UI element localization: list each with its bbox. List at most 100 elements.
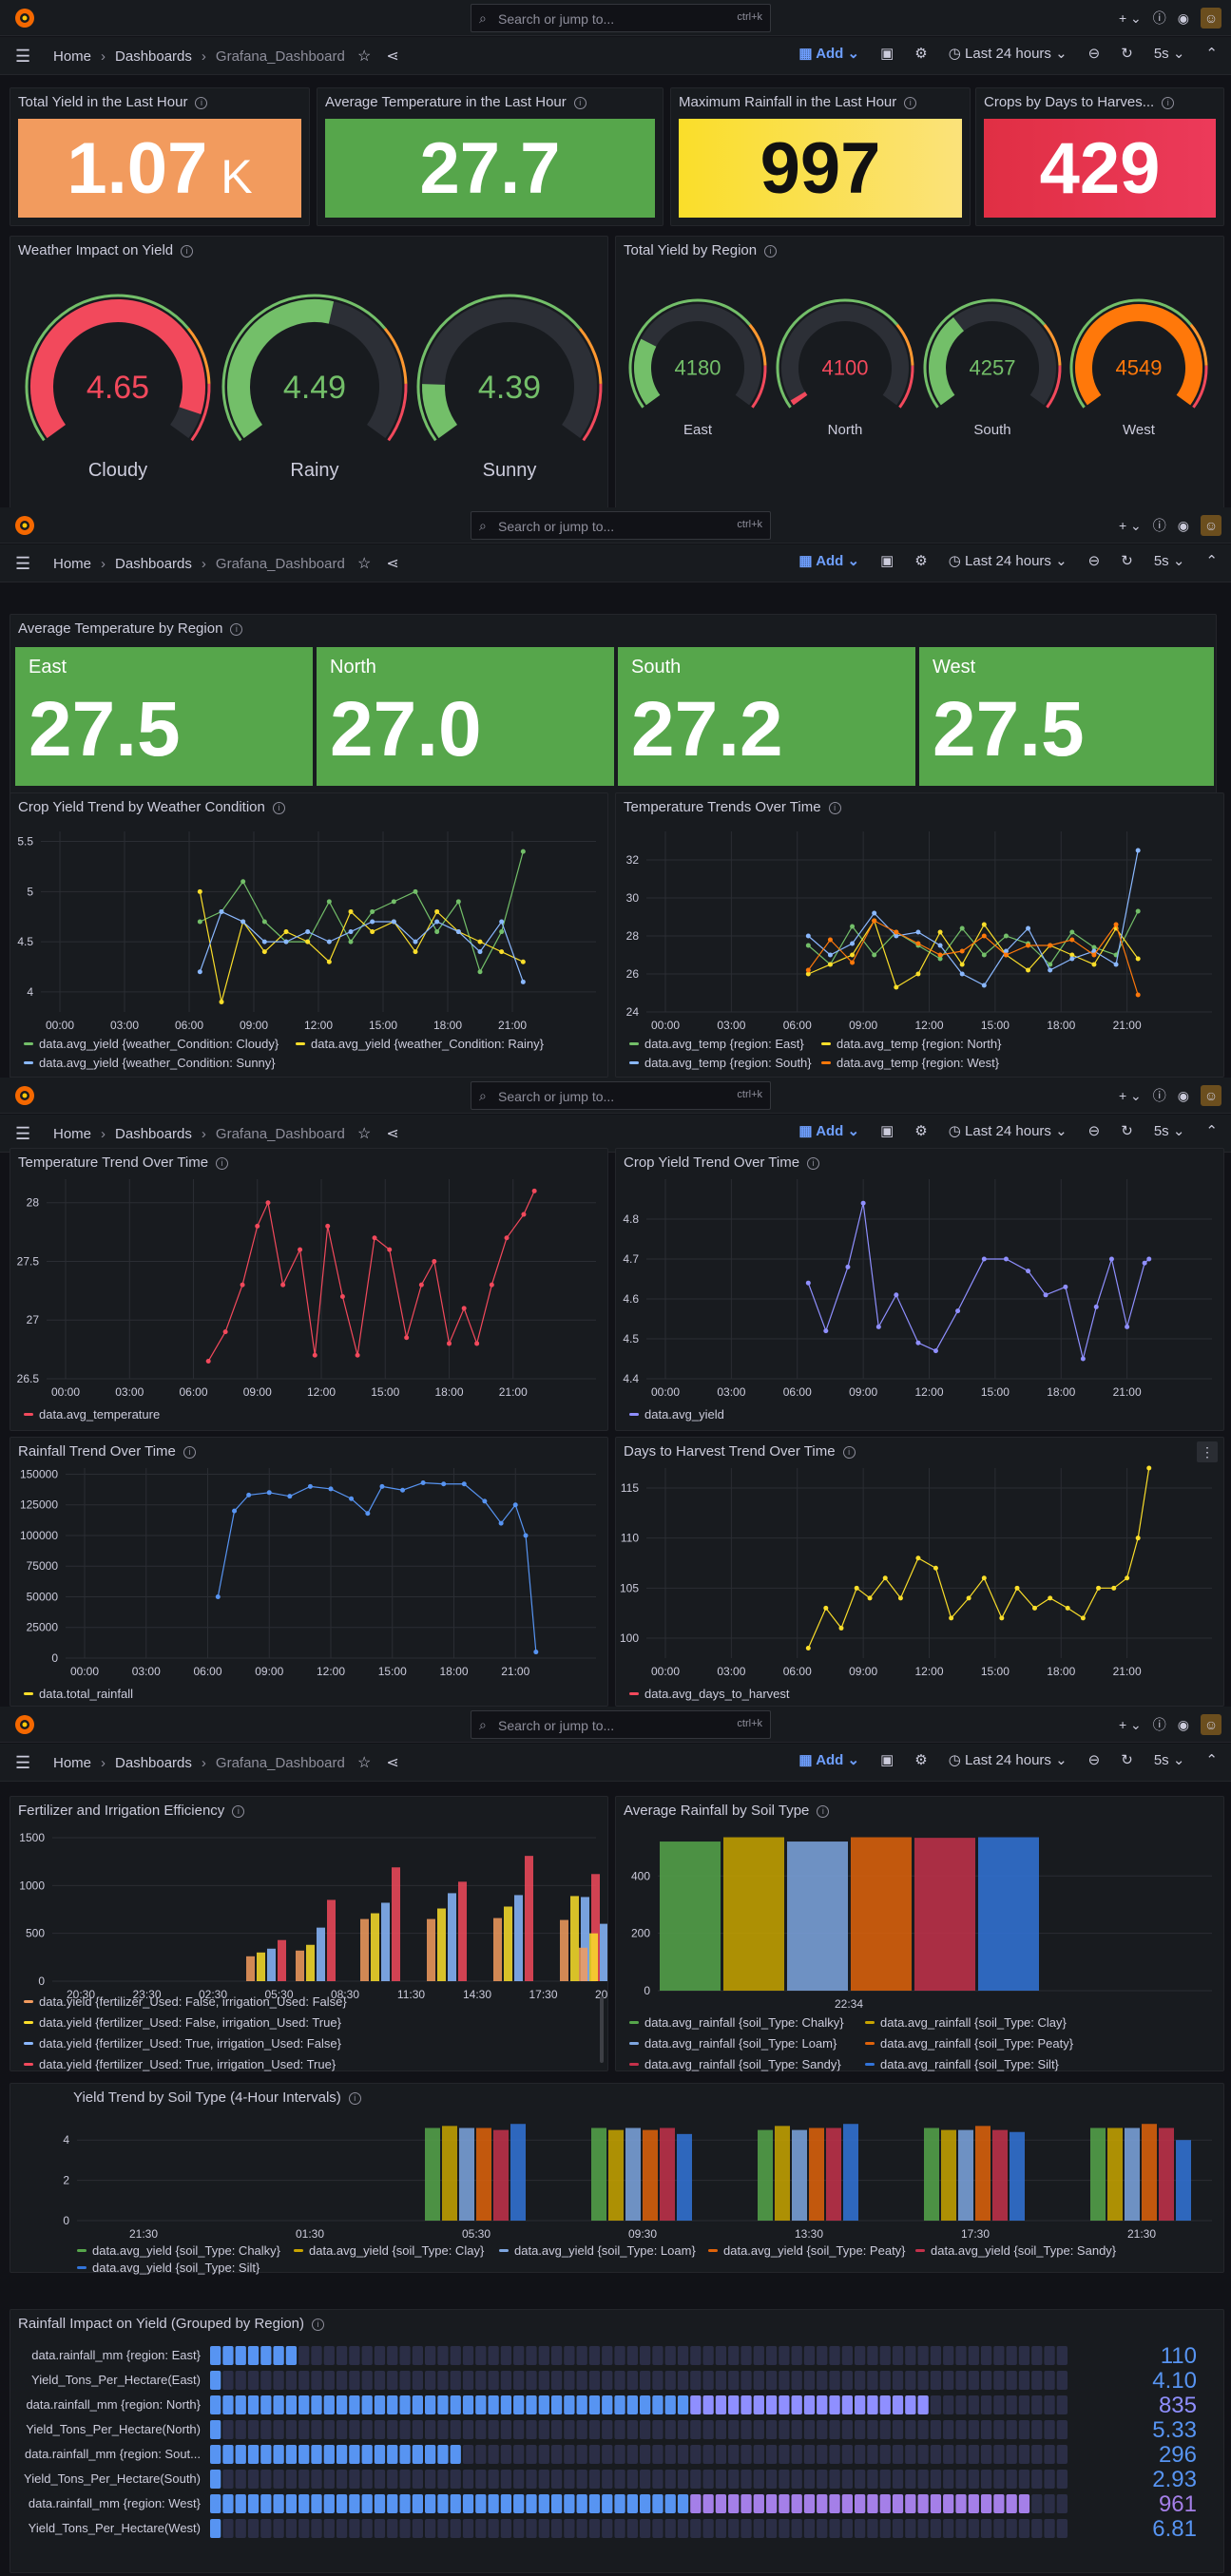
legend-item[interactable]: data.avg_temp {region: East} xyxy=(629,1037,804,1051)
legend-item[interactable]: data.yield {fertilizer_Used: False, irri… xyxy=(24,2015,341,2030)
legend-item[interactable]: data.avg_yield {soil_Type: Loam} xyxy=(499,2243,696,2258)
news-icon[interactable]: ◉ xyxy=(1178,10,1189,27)
legend-item[interactable]: data.avg_yield {soil_Type: Sandy} xyxy=(915,2243,1116,2258)
refresh-interval-picker[interactable]: 5s ⌄ xyxy=(1154,552,1185,569)
legend-item[interactable]: data.yield {fertilizer_Used: True, irrig… xyxy=(24,2057,336,2071)
time-picker[interactable]: ◷ Last 24 hours ⌄ xyxy=(949,1751,1068,1768)
grafana-logo-icon[interactable] xyxy=(13,7,36,29)
legend-item[interactable]: data.avg_rainfall {soil_Type: Chalky} xyxy=(629,2015,844,2030)
share-icon[interactable]: ⋖ xyxy=(386,554,398,573)
breadcrumb-home[interactable]: Home xyxy=(53,1126,91,1142)
time-picker[interactable]: ◷ Last 24 hours ⌄ xyxy=(949,552,1068,569)
avatar[interactable]: ☺ xyxy=(1201,1714,1221,1735)
legend-item[interactable]: data.avg_yield {weather_Condition: Rainy… xyxy=(296,1037,544,1051)
breadcrumb-home[interactable]: Home xyxy=(53,1755,91,1771)
legend-item[interactable]: data.avg_rainfall {soil_Type: Clay} xyxy=(865,2015,1067,2030)
add-button[interactable]: ▦ Add ⌄ xyxy=(798,1122,859,1139)
news-icon[interactable]: ◉ xyxy=(1178,1717,1189,1733)
new-menu-button[interactable]: + ⌄ xyxy=(1119,1088,1142,1104)
star-icon[interactable]: ☆ xyxy=(357,47,371,66)
news-icon[interactable]: ◉ xyxy=(1178,518,1189,534)
star-icon[interactable]: ☆ xyxy=(357,1753,371,1772)
new-menu-button[interactable]: + ⌄ xyxy=(1119,518,1142,534)
search-input[interactable]: ⌕ Search or jump to... ctrl+k xyxy=(471,1081,771,1110)
collapse-icon[interactable]: ⌃ xyxy=(1205,1751,1218,1768)
star-icon[interactable]: ☆ xyxy=(357,1124,371,1143)
save-icon[interactable]: ▣ xyxy=(880,1122,894,1139)
collapse-icon[interactable]: ⌃ xyxy=(1205,45,1218,62)
breadcrumb-home[interactable]: Home xyxy=(53,48,91,65)
settings-icon[interactable]: ⚙ xyxy=(914,552,927,569)
search-input[interactable]: ⌕ Search or jump to... ctrl+k xyxy=(471,1710,771,1739)
help-icon[interactable]: ⓘ xyxy=(1153,1715,1166,1734)
settings-icon[interactable]: ⚙ xyxy=(914,45,927,62)
menu-icon[interactable]: ☰ xyxy=(15,47,30,67)
menu-icon[interactable]: ☰ xyxy=(15,554,30,574)
breadcrumb-dashboards[interactable]: Dashboards xyxy=(115,556,192,572)
legend-item[interactable]: data.yield {fertilizer_Used: True, irrig… xyxy=(24,2036,341,2051)
menu-icon[interactable]: ☰ xyxy=(15,1753,30,1773)
avatar[interactable]: ☺ xyxy=(1201,515,1221,536)
grafana-logo-icon[interactable] xyxy=(13,514,36,537)
avatar[interactable]: ☺ xyxy=(1201,8,1221,29)
legend-item[interactable]: data.avg_yield xyxy=(629,1407,724,1422)
star-icon[interactable]: ☆ xyxy=(357,554,371,573)
breadcrumb-dashboards[interactable]: Dashboards xyxy=(115,48,192,65)
settings-icon[interactable]: ⚙ xyxy=(914,1751,927,1768)
save-icon[interactable]: ▣ xyxy=(880,1751,894,1768)
grafana-logo-icon[interactable] xyxy=(13,1084,36,1107)
refresh-icon[interactable]: ↻ xyxy=(1121,552,1133,569)
zoom-out-icon[interactable]: ⊖ xyxy=(1088,1122,1101,1139)
save-icon[interactable]: ▣ xyxy=(880,45,894,62)
refresh-interval-picker[interactable]: 5s ⌄ xyxy=(1154,45,1185,62)
help-icon[interactable]: ⓘ xyxy=(1153,1086,1166,1105)
avatar[interactable]: ☺ xyxy=(1201,1085,1221,1106)
new-menu-button[interactable]: + ⌄ xyxy=(1119,1717,1142,1733)
legend-item[interactable]: data.avg_rainfall {soil_Type: Silt} xyxy=(865,2057,1059,2071)
legend-item[interactable]: data.avg_yield {weather_Condition: Sunny… xyxy=(24,1056,276,1070)
help-icon[interactable]: ⓘ xyxy=(1153,516,1166,535)
legend-item[interactable]: data.avg_yield {soil_Type: Silt} xyxy=(77,2261,260,2275)
legend-item[interactable]: data.avg_temp {region: West} xyxy=(821,1056,999,1070)
legend-item[interactable]: data.avg_yield {weather_Condition: Cloud… xyxy=(24,1037,279,1051)
share-icon[interactable]: ⋖ xyxy=(386,1753,398,1772)
legend-item[interactable]: data.avg_yield {soil_Type: Clay} xyxy=(294,2243,484,2258)
zoom-out-icon[interactable]: ⊖ xyxy=(1088,552,1101,569)
share-icon[interactable]: ⋖ xyxy=(386,47,398,66)
legend-item[interactable]: data.avg_temperature xyxy=(24,1407,160,1422)
legend-item[interactable]: data.avg_rainfall {soil_Type: Loam} xyxy=(629,2036,837,2051)
zoom-out-icon[interactable]: ⊖ xyxy=(1088,45,1101,62)
legend-scrollbar[interactable] xyxy=(600,1996,604,2063)
menu-icon[interactable]: ☰ xyxy=(15,1124,30,1144)
breadcrumb-dashboards[interactable]: Dashboards xyxy=(115,1126,192,1142)
refresh-icon[interactable]: ↻ xyxy=(1121,1751,1133,1768)
add-button[interactable]: ▦ Add ⌄ xyxy=(798,1751,859,1768)
collapse-icon[interactable]: ⌃ xyxy=(1205,1122,1218,1139)
refresh-interval-picker[interactable]: 5s ⌄ xyxy=(1154,1122,1185,1139)
collapse-icon[interactable]: ⌃ xyxy=(1205,552,1218,569)
add-button[interactable]: ▦ Add ⌄ xyxy=(798,552,859,569)
refresh-icon[interactable]: ↻ xyxy=(1121,1122,1133,1139)
news-icon[interactable]: ◉ xyxy=(1178,1088,1189,1104)
zoom-out-icon[interactable]: ⊖ xyxy=(1088,1751,1101,1768)
search-input[interactable]: ⌕ Search or jump to... ctrl+k xyxy=(471,4,771,32)
legend-item[interactable]: data.avg_rainfall {soil_Type: Sandy} xyxy=(629,2057,841,2071)
legend-item[interactable]: data.avg_rainfall {soil_Type: Peaty} xyxy=(865,2036,1073,2051)
legend-item[interactable]: data.avg_yield {soil_Type: Chalky} xyxy=(77,2243,280,2258)
legend-item[interactable]: data.avg_temp {region: South} xyxy=(629,1056,812,1070)
breadcrumb-dashboards[interactable]: Dashboards xyxy=(115,1755,192,1771)
refresh-interval-picker[interactable]: 5s ⌄ xyxy=(1154,1751,1185,1768)
settings-icon[interactable]: ⚙ xyxy=(914,1122,927,1139)
new-menu-button[interactable]: + ⌄ xyxy=(1119,10,1142,27)
legend-item[interactable]: data.avg_temp {region: North} xyxy=(821,1037,1001,1051)
legend-item[interactable]: data.avg_yield {soil_Type: Peaty} xyxy=(708,2243,906,2258)
time-picker[interactable]: ◷ Last 24 hours ⌄ xyxy=(949,1122,1068,1139)
grafana-logo-icon[interactable] xyxy=(13,1713,36,1736)
legend-item[interactable]: data.yield {fertilizer_Used: False, irri… xyxy=(24,1994,347,2009)
help-icon[interactable]: ⓘ xyxy=(1153,9,1166,28)
breadcrumb-home[interactable]: Home xyxy=(53,556,91,572)
legend-item[interactable]: data.total_rainfall xyxy=(24,1687,133,1701)
legend-item[interactable]: data.avg_days_to_harvest xyxy=(629,1687,790,1701)
time-picker[interactable]: ◷ Last 24 hours ⌄ xyxy=(949,45,1068,62)
save-icon[interactable]: ▣ xyxy=(880,552,894,569)
